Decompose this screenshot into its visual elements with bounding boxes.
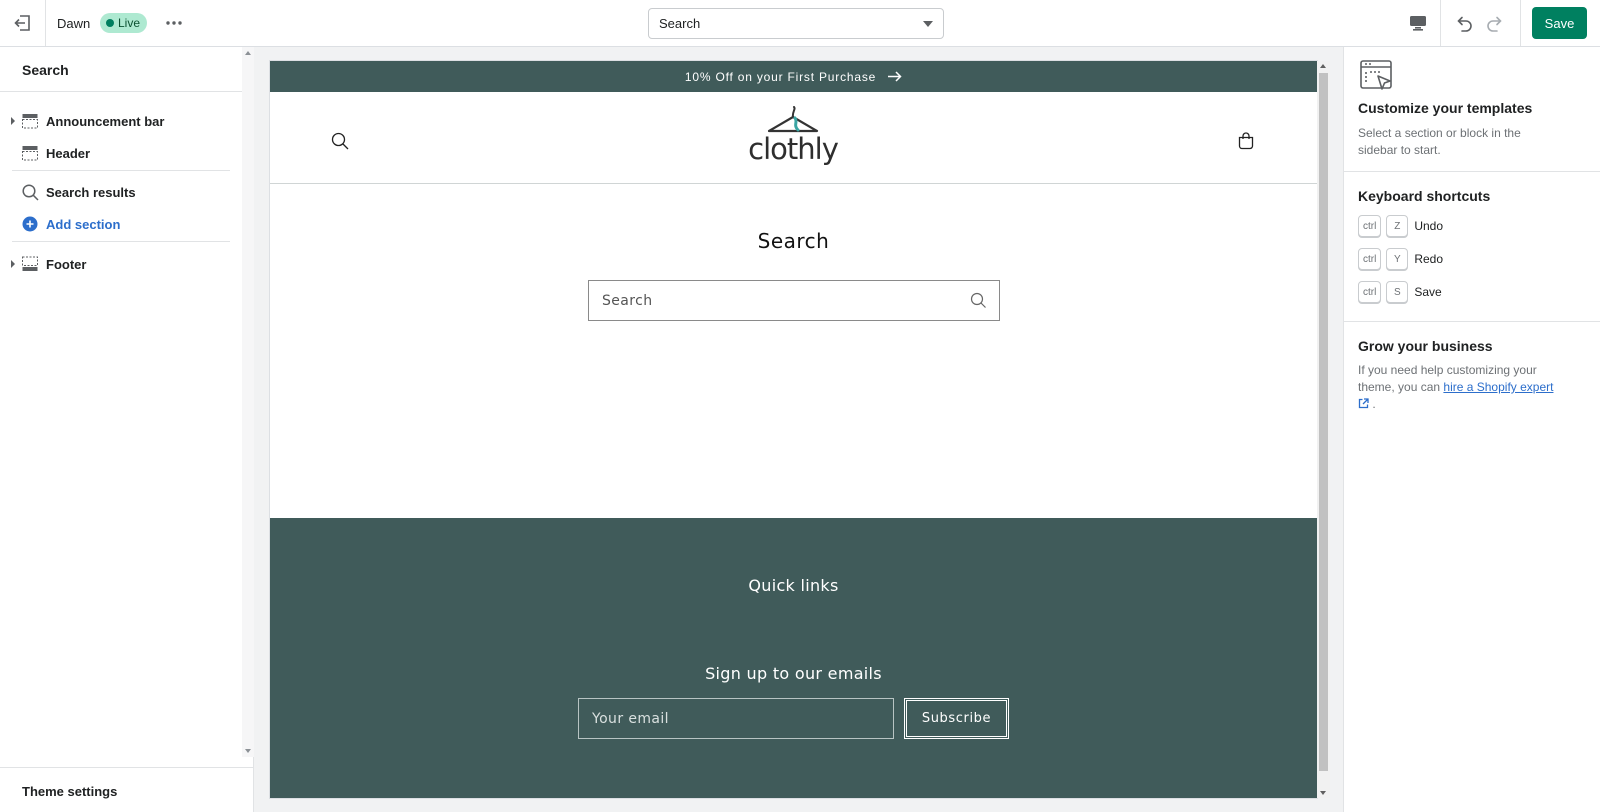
shortcut-label: Save: [1414, 285, 1442, 299]
preview-scrollbar[interactable]: [1317, 61, 1330, 798]
live-status-badge: Live: [100, 13, 148, 33]
theme-settings-button[interactable]: Theme settings: [0, 767, 254, 812]
section-header-icon: [22, 146, 38, 161]
expand-caret-icon[interactable]: [11, 260, 15, 268]
more-actions-button[interactable]: [160, 10, 188, 36]
toolbar-divider: [1440, 0, 1441, 46]
live-badge-label: Live: [118, 16, 141, 30]
search-icon: [22, 184, 39, 201]
divider: [12, 241, 230, 242]
more-horizontal-icon: [166, 21, 182, 25]
store-logo[interactable]: clothly: [748, 106, 839, 170]
logo-text: clothly: [748, 132, 839, 166]
customize-title: Customize your templates: [1358, 100, 1533, 116]
external-link-icon[interactable]: [1358, 398, 1369, 409]
toolbar-divider: [1520, 0, 1521, 46]
header-search-button[interactable]: [331, 132, 349, 150]
sidebar-item-footer[interactable]: Footer: [0, 250, 236, 278]
theme-name: Dawn: [57, 16, 91, 31]
scroll-down-arrow-icon[interactable]: [1320, 791, 1326, 795]
undo-icon: [1457, 16, 1472, 32]
scroll-up-arrow-icon[interactable]: [245, 51, 251, 55]
template-cursor-icon: [1360, 60, 1392, 90]
scroll-down-arrow-icon[interactable]: [245, 749, 251, 753]
section-header-icon: [22, 114, 38, 129]
arrow-right-icon: [888, 71, 902, 82]
exit-editor-button[interactable]: [0, 0, 46, 46]
search-page-title: Search: [757, 229, 830, 253]
email-placeholder: Your email: [592, 710, 669, 727]
key-y: Y: [1386, 248, 1409, 270]
grow-text-after: .: [1372, 397, 1376, 411]
sidebar-item-search-results[interactable]: Search results: [0, 178, 236, 206]
sidebar-item-label: Search results: [46, 185, 136, 200]
scroll-up-arrow-icon[interactable]: [1320, 64, 1326, 68]
editor-topbar: Dawn Live Search Save: [0, 0, 1600, 47]
grow-title: Grow your business: [1358, 338, 1493, 354]
shopping-bag-icon: [1238, 132, 1254, 150]
customize-text: Select a section or block in the sidebar…: [1358, 126, 1521, 157]
sidebar-item-label: Add section: [46, 217, 121, 232]
store-preview-frame: 10% Off on your First Purchase clothly S…: [270, 61, 1317, 798]
shortcut-label: Redo: [1414, 252, 1444, 266]
sidebar-title: Search: [22, 62, 69, 78]
redo-button[interactable]: [1481, 10, 1509, 36]
desktop-icon: [1410, 16, 1426, 31]
page-select-value: Search: [659, 16, 701, 31]
divider: [1344, 171, 1600, 172]
store-footer: Quick links Sign up to our emails Your e…: [270, 518, 1317, 798]
sections-sidebar: Search Announcement bar Header Search re…: [0, 47, 254, 812]
shortcuts-title: Keyboard shortcuts: [1358, 188, 1491, 204]
section-footer-icon: [22, 256, 38, 271]
sidebar-item-header[interactable]: Header: [0, 139, 236, 167]
scrollbar-thumb[interactable]: [1319, 73, 1328, 771]
help-panel: Customize your templates Select a sectio…: [1343, 47, 1600, 812]
desktop-preview-button[interactable]: [1402, 10, 1434, 36]
page-template-select[interactable]: Search: [648, 8, 944, 39]
divider: [12, 170, 230, 171]
sidebar-item-label: Footer: [46, 257, 87, 272]
plus-circle-icon: [22, 216, 38, 232]
expand-caret-icon[interactable]: [11, 117, 15, 125]
subscribe-button[interactable]: Subscribe: [904, 698, 1009, 739]
key-s: S: [1386, 281, 1409, 303]
shortcut-redo: ctrl Y Redo: [1358, 248, 1443, 270]
key-ctrl: ctrl: [1358, 248, 1382, 270]
sidebar-item-label: Header: [46, 146, 91, 161]
grow-text: If you need help customizing your theme,…: [1358, 362, 1558, 413]
key-ctrl: ctrl: [1358, 281, 1382, 303]
sidebar-item-label: Announcement bar: [46, 114, 165, 129]
redo-icon: [1487, 16, 1502, 32]
header-cart-button[interactable]: [1237, 132, 1255, 150]
search-icon: [331, 132, 349, 150]
search-icon[interactable]: [970, 292, 987, 309]
hire-expert-link[interactable]: hire a Shopify expert: [1443, 380, 1553, 394]
hire-expert-link-label: hire a Shopify expert: [1443, 380, 1554, 394]
announcement-bar[interactable]: 10% Off on your First Purchase: [270, 61, 1317, 92]
caret-down-icon: [923, 20, 933, 27]
store-header: clothly: [270, 92, 1317, 184]
newsletter-heading: Sign up to our emails: [705, 664, 882, 683]
shortcut-undo: ctrl Z Undo: [1358, 215, 1443, 237]
search-input[interactable]: Search: [588, 280, 1000, 321]
announcement-text: 10% Off on your First Purchase: [684, 69, 877, 84]
sidebar-scrollbar[interactable]: [242, 47, 254, 757]
quick-links-heading: Quick links: [748, 576, 839, 595]
search-input-placeholder: Search: [602, 292, 653, 309]
hanger-icon: [767, 106, 819, 133]
add-section-button[interactable]: Add section: [0, 210, 236, 238]
newsletter-email-input[interactable]: Your email: [578, 698, 894, 739]
shortcut-label: Undo: [1414, 219, 1444, 233]
divider: [1344, 321, 1600, 322]
key-ctrl: ctrl: [1358, 215, 1382, 237]
live-dot-icon: [106, 19, 114, 27]
shortcut-save: ctrl S Save: [1358, 281, 1442, 303]
exit-icon: [13, 15, 30, 31]
undo-button[interactable]: [1450, 10, 1478, 36]
key-z: Z: [1386, 215, 1409, 237]
sidebar-item-announcement-bar[interactable]: Announcement bar: [0, 107, 236, 135]
save-button[interactable]: Save: [1532, 7, 1587, 39]
divider: [0, 91, 242, 92]
